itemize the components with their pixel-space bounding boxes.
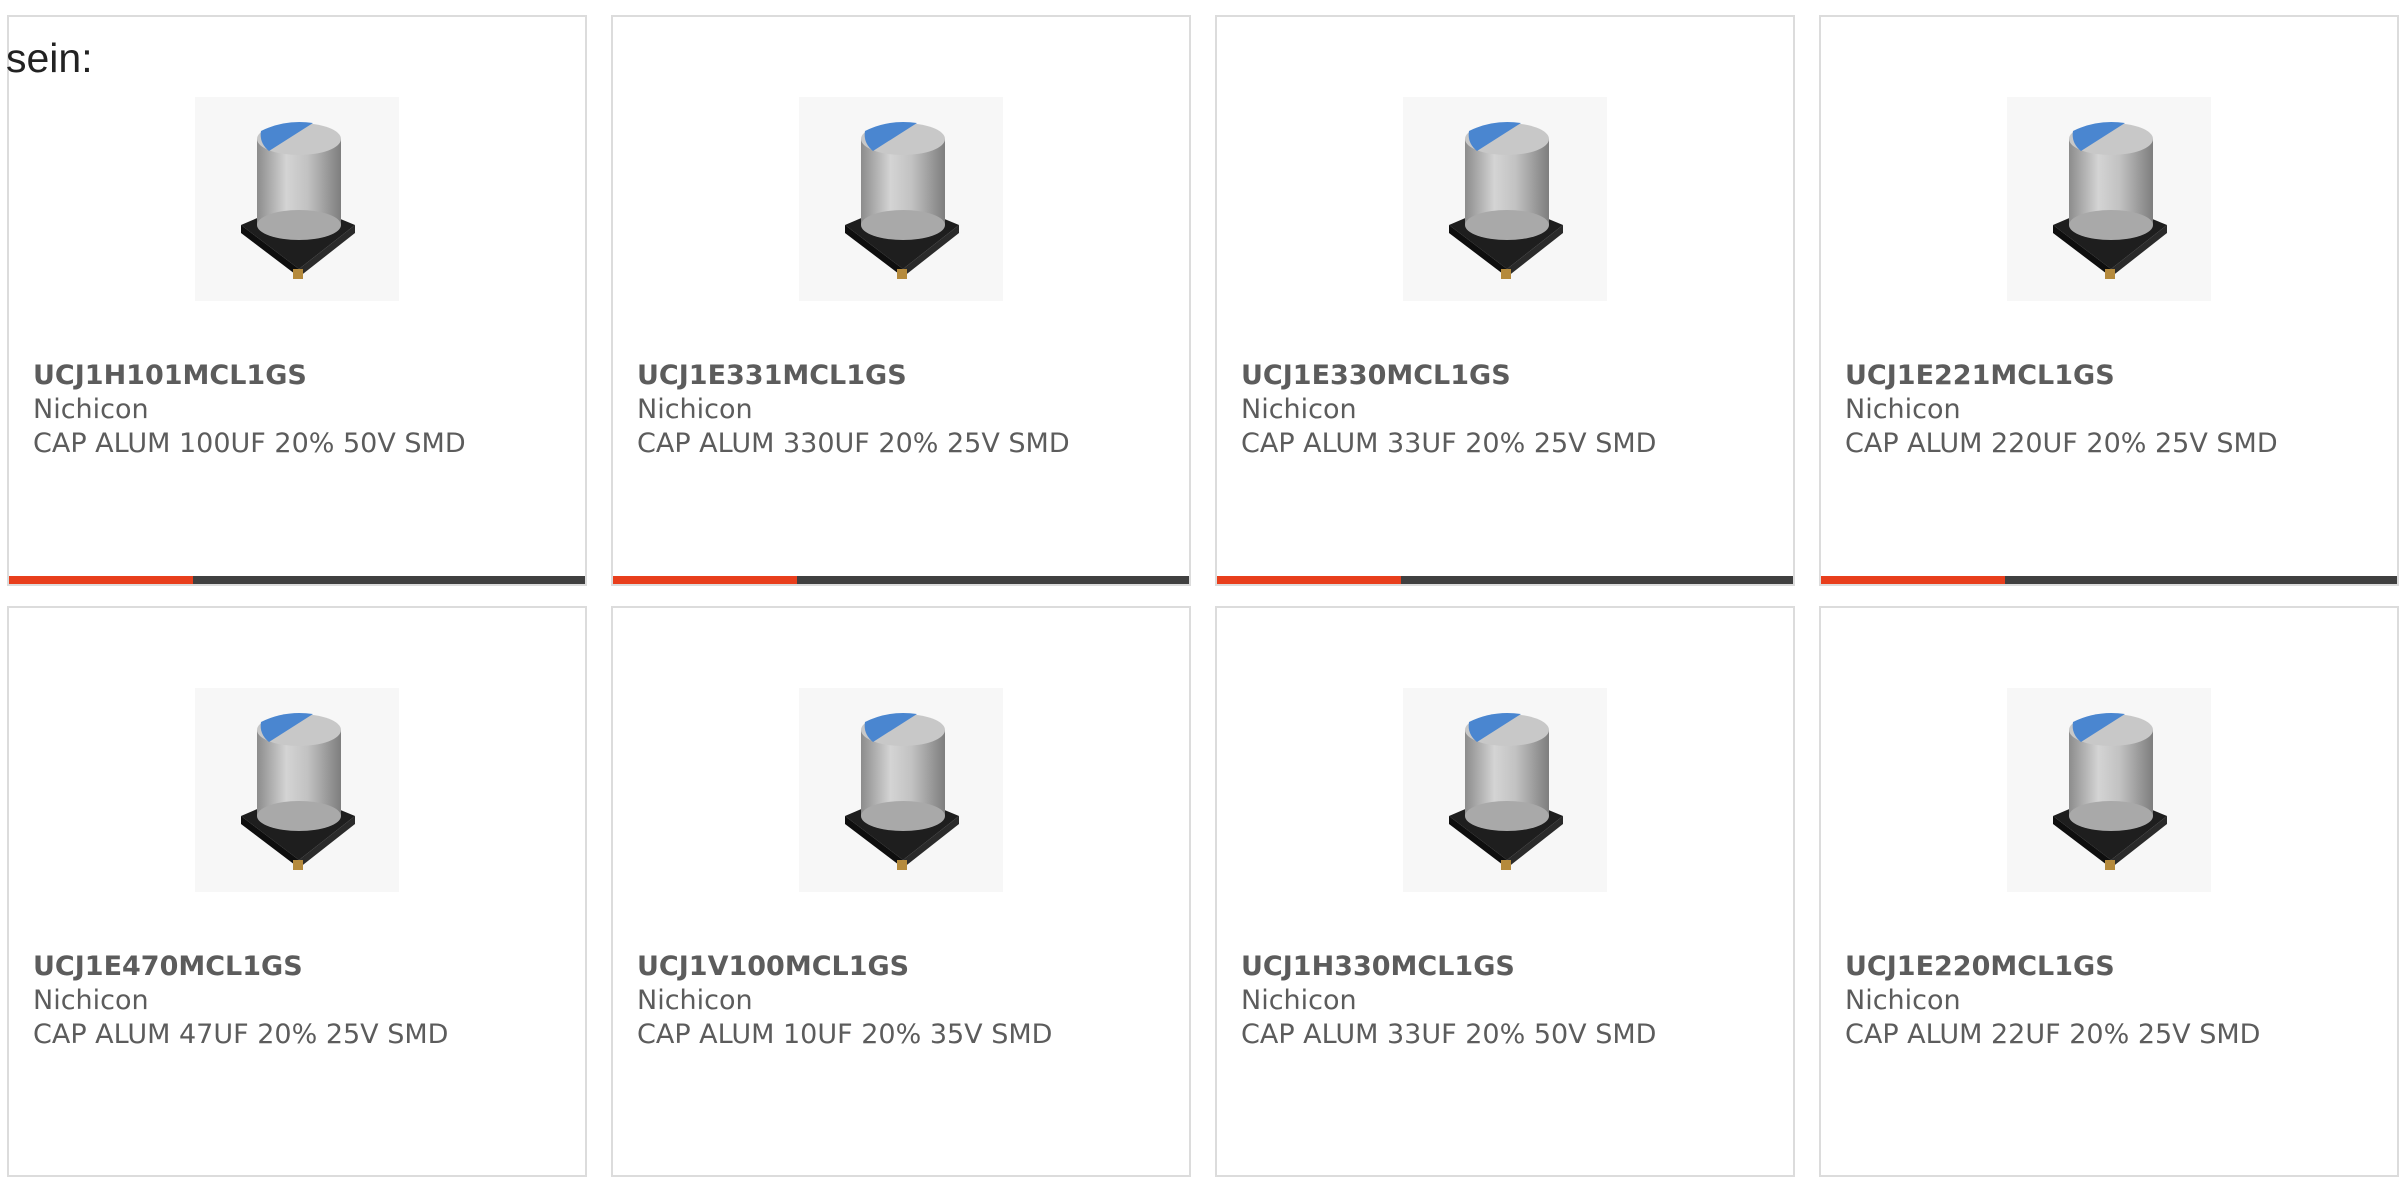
- progress-bar: [1821, 576, 2397, 584]
- capacitor-image[interactable]: [1403, 97, 1607, 301]
- product-description: CAP ALUM 33UF 20% 50V SMD: [1241, 1019, 1657, 1050]
- part-number[interactable]: UCJ1V100MCL1GS: [637, 951, 909, 982]
- product-card[interactable]: UCJ1E220MCL1GS Nichicon CAP ALUM 22UF 20…: [1819, 606, 2399, 1177]
- capacitor-image[interactable]: [195, 97, 399, 301]
- progress-bar-fill: [613, 576, 798, 584]
- product-description: CAP ALUM 47UF 20% 25V SMD: [33, 1019, 449, 1050]
- part-number[interactable]: UCJ1H330MCL1GS: [1241, 951, 1515, 982]
- product-card[interactable]: UCJ1E330MCL1GS Nichicon CAP ALUM 33UF 20…: [1215, 15, 1795, 586]
- product-card[interactable]: UCJ1H330MCL1GS Nichicon CAP ALUM 33UF 20…: [1215, 606, 1795, 1177]
- progress-bar: [1217, 576, 1793, 584]
- capacitor-image[interactable]: [195, 688, 399, 892]
- capacitor-image[interactable]: [799, 688, 1003, 892]
- manufacturer: Nichicon: [1845, 394, 1961, 425]
- product-card[interactable]: UCJ1H101MCL1GS Nichicon CAP ALUM 100UF 2…: [7, 15, 587, 586]
- manufacturer: Nichicon: [33, 985, 149, 1016]
- progress-bar-fill: [1217, 576, 1402, 584]
- part-number[interactable]: UCJ1E331MCL1GS: [637, 360, 907, 391]
- progress-bar-fill: [1821, 576, 2006, 584]
- part-number[interactable]: UCJ1E330MCL1GS: [1241, 360, 1511, 391]
- part-number[interactable]: UCJ1H101MCL1GS: [33, 360, 307, 391]
- product-description: CAP ALUM 100UF 20% 50V SMD: [33, 428, 466, 459]
- progress-bar: [613, 576, 1189, 584]
- capacitor-image[interactable]: [1403, 688, 1607, 892]
- part-number[interactable]: UCJ1E470MCL1GS: [33, 951, 303, 982]
- capacitor-image[interactable]: [799, 97, 1003, 301]
- manufacturer: Nichicon: [33, 394, 149, 425]
- part-number[interactable]: UCJ1E221MCL1GS: [1845, 360, 2115, 391]
- capacitor-image[interactable]: [2007, 688, 2211, 892]
- product-card[interactable]: UCJ1V100MCL1GS Nichicon CAP ALUM 10UF 20…: [611, 606, 1191, 1177]
- intro-text: sein:: [6, 35, 93, 81]
- manufacturer: Nichicon: [637, 394, 753, 425]
- manufacturer: Nichicon: [1241, 394, 1357, 425]
- product-description: CAP ALUM 220UF 20% 25V SMD: [1845, 428, 2278, 459]
- progress-bar-fill: [9, 576, 194, 584]
- product-grid: UCJ1H101MCL1GS Nichicon CAP ALUM 100UF 2…: [7, 15, 2399, 1177]
- product-description: CAP ALUM 330UF 20% 25V SMD: [637, 428, 1070, 459]
- product-description: CAP ALUM 10UF 20% 35V SMD: [637, 1019, 1053, 1050]
- product-card[interactable]: UCJ1E470MCL1GS Nichicon CAP ALUM 47UF 20…: [7, 606, 587, 1177]
- manufacturer: Nichicon: [1241, 985, 1357, 1016]
- capacitor-image[interactable]: [2007, 97, 2211, 301]
- product-description: CAP ALUM 22UF 20% 25V SMD: [1845, 1019, 2261, 1050]
- manufacturer: Nichicon: [1845, 985, 1961, 1016]
- product-description: CAP ALUM 33UF 20% 25V SMD: [1241, 428, 1657, 459]
- product-card[interactable]: UCJ1E221MCL1GS Nichicon CAP ALUM 220UF 2…: [1819, 15, 2399, 586]
- product-card[interactable]: UCJ1E331MCL1GS Nichicon CAP ALUM 330UF 2…: [611, 15, 1191, 586]
- manufacturer: Nichicon: [637, 985, 753, 1016]
- part-number[interactable]: UCJ1E220MCL1GS: [1845, 951, 2115, 982]
- progress-bar: [9, 576, 585, 584]
